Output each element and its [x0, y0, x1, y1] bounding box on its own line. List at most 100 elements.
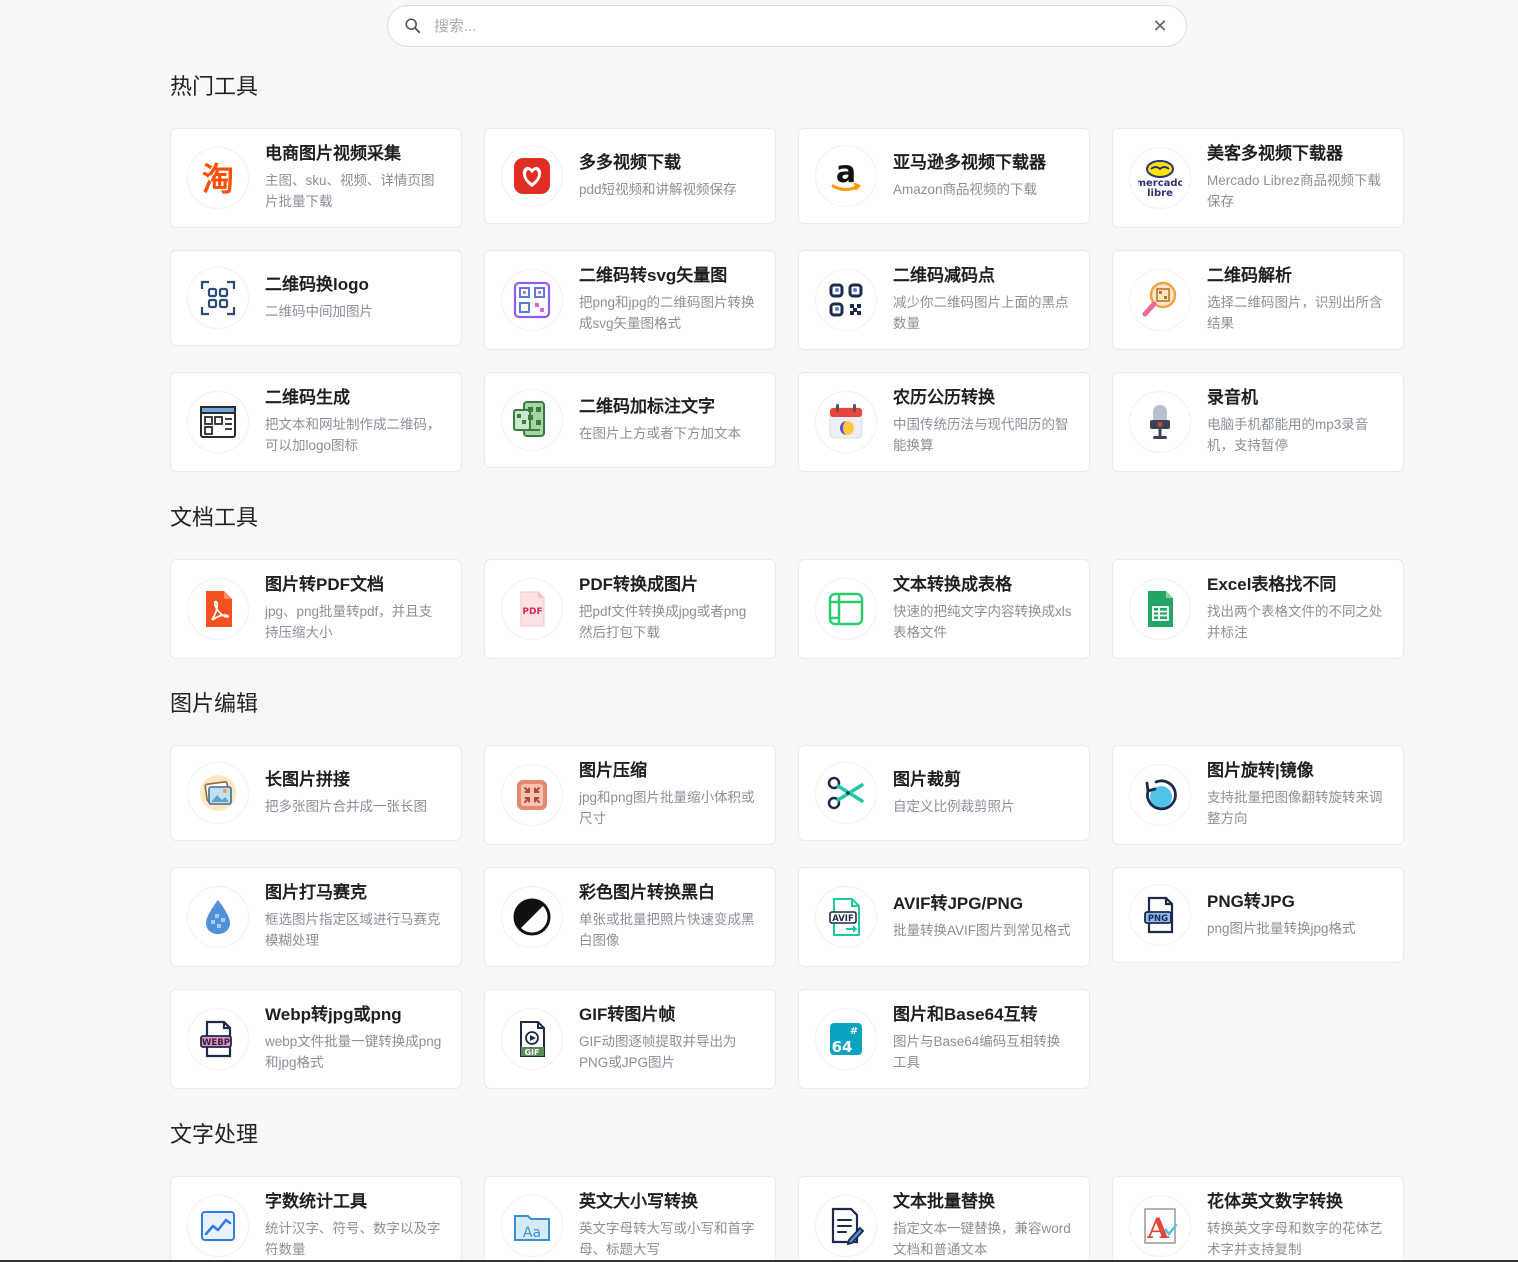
tool-card[interactable]: 文本批量替换 指定文本一键替换，兼容word文档和普通文本 — [798, 1176, 1090, 1262]
tool-desc: 支持批量把图像翻转旋转来调整方向 — [1207, 790, 1383, 826]
tool-title: PDF转换成图片 — [579, 575, 698, 594]
rotate-icon — [1145, 779, 1177, 811]
section-title: 热门工具 — [170, 74, 259, 99]
tool-card[interactable]: PDF PDF转换成图片把pdf文件转换成jpg或者png然后打包下载 — [484, 559, 776, 659]
tool-card[interactable]: 字数统计工具 统计汉字、符号、数字以及字符数量 — [170, 1176, 462, 1262]
svg-text:AVIF: AVIF — [832, 914, 854, 924]
gif-icon: GIF — [520, 1021, 545, 1057]
svg-text:a: a — [836, 155, 856, 190]
tool-desc: 把多张图片合并成一张长图 — [265, 798, 427, 814]
tool-card[interactable]: Aa 英文大小写转换 英文字母转大写或小写和首字母、标题大写 — [484, 1176, 776, 1262]
section-text-processing: 文字处理 字数统计工具 统计汉字、符号、数字以及字符数量 Aa 英文大小写转换 英文… — [170, 1120, 1410, 1262]
image-stitch-icon — [200, 775, 236, 811]
tool-card[interactable]: GIF GIF转图片帧 GIF动图逐帧提取并导出为PNG或JPG图片 — [484, 989, 776, 1089]
tool-desc: 把pdf文件转换成jpg或者png然后打包下载 — [579, 604, 747, 640]
tool-desc: 批量转换AVIF图片到常见格式 — [893, 922, 1071, 938]
svg-text:GIF: GIF — [524, 1048, 539, 1057]
tool-card[interactable]: 图片转PDF文档 jpg、png批量转pdf，并且支持压缩大小 — [170, 559, 462, 659]
tool-desc: png图片批量转换jpg格式 — [1207, 920, 1356, 936]
qr-dots-icon — [829, 283, 863, 317]
tool-card[interactable]: 图片压缩 jpg和png图片批量缩小体积或尺寸 — [484, 745, 776, 845]
chart-line-icon — [201, 1211, 235, 1241]
page: ✕ 热门工具 淘 电商图片视频采集主图、sku、视频、详情页图片批量下载 多多视… — [0, 0, 1518, 1262]
section-image-editing: 图片编辑 长图片拼接 把多张图片合并成一张长图 图片压缩 jpg和png图片批量缩小… — [170, 689, 1410, 1089]
tool-card[interactable]: 长图片拼接 把多张图片合并成一张长图 — [170, 745, 462, 841]
webp-icon: WEBP — [200, 1020, 232, 1058]
tool-desc: Amazon商品视频的下载 — [893, 181, 1038, 197]
tool-card[interactable]: 二维码解析选择二维码图片，识别出所含结果 — [1112, 250, 1404, 350]
tool-card[interactable]: 图片打马赛克 框选图片指定区域进行马赛克模糊处理 — [170, 867, 462, 967]
tool-card[interactable]: 彩色图片转换黑白 单张或批量把照片快速变成黑白图像 — [484, 867, 776, 967]
tool-desc: 在图片上方或者下方加文本 — [579, 425, 741, 441]
tool-card[interactable]: WEBP Webp转jpg或png webp文件批量一键转换成png和jpg格式 — [170, 989, 462, 1089]
calendar-icon — [829, 404, 863, 439]
qr-label-icon — [513, 401, 545, 437]
tool-card[interactable]: 二维码换logo 二维码中间加图片 — [170, 250, 462, 346]
section-title: 文字处理 — [170, 1122, 259, 1147]
tool-card[interactable]: 二维码转svg矢量图把png和jpg的二维码图片转换成svg矢量图格式 — [484, 250, 776, 350]
tool-title: Excel表格找不同 — [1207, 575, 1337, 594]
tool-card[interactable]: 农历公历转换 中国传统历法与现代阳历的智能换算 — [798, 372, 1090, 472]
taobao-icon: 淘 — [202, 160, 234, 198]
pinduoduo-icon — [514, 158, 550, 194]
svg-text:#: # — [850, 1026, 858, 1037]
tool-title: 电商图片视频采集 — [265, 144, 401, 163]
tool-card[interactable]: mercado libre 美客多视频下载器 Mercado Librez商品视频下… — [1112, 128, 1404, 228]
tool-desc: 把文本和网址制作成二维码，可以加logo图标 — [265, 417, 441, 453]
tool-title: 二维码减码点 — [893, 266, 995, 285]
microphone-icon — [1150, 405, 1170, 439]
tool-card[interactable]: 文本转换成表格 快速的把纯文字内容转换成xls表格文件 — [798, 559, 1090, 659]
qr-svg-icon — [513, 281, 551, 319]
tool-grid: 淘 电商图片视频采集主图、sku、视频、详情页图片批量下载 多多视频下载 pdd短… — [170, 128, 1410, 472]
tool-desc: 中国传统历法与现代阳历的智能换算 — [893, 417, 1069, 453]
tool-title: 录音机 — [1207, 388, 1258, 407]
tool-card[interactable]: Excel表格找不同 找出两个表格文件的不同之处并标注 — [1112, 559, 1404, 659]
tool-card[interactable]: #64 图片和Base64互转 图片与Base64编码互相转换工具 — [798, 989, 1090, 1089]
tool-title: 亚马逊多视频下载器 — [893, 152, 1046, 172]
tool-desc: 图片与Base64编码互相转换工具 — [893, 1034, 1061, 1070]
tool-desc: jpg和png图片批量缩小体积或尺寸 — [579, 790, 755, 826]
drop-icon — [206, 900, 230, 934]
mercado-libre-icon: mercadolibre — [1138, 160, 1182, 199]
tool-desc: pdd短视频和讲解视频保存 — [579, 181, 737, 197]
tool-desc: 选择二维码图片，识别出所含结果 — [1207, 295, 1383, 331]
tool-card[interactable]: PNG PNG转JPG png图片批量转换jpg格式 — [1112, 867, 1404, 963]
tool-title: 二维码转svg矢量图 — [579, 266, 728, 285]
tool-title: 美客多视频下载器 — [1207, 144, 1343, 163]
tool-desc: jpg、png批量转pdf，并且支持压缩大小 — [265, 604, 433, 640]
pdf-file-icon: PDF — [520, 591, 545, 627]
tool-card[interactable]: 淘 电商图片视频采集主图、sku、视频、详情页图片批量下载 — [170, 128, 462, 228]
sheet-icon — [1148, 591, 1173, 627]
tool-grid: 长图片拼接 把多张图片合并成一张长图 图片压缩 jpg和png图片批量缩小体积或尺寸… — [170, 745, 1410, 1089]
close-icon[interactable]: ✕ — [1150, 16, 1170, 36]
amazon-icon: a — [831, 155, 862, 191]
tool-card[interactable]: 图片旋转|镜像支持批量把图像翻转旋转来调整方向 — [1112, 745, 1404, 845]
table-icon — [828, 592, 864, 626]
tool-title: 图片裁剪 — [893, 769, 961, 789]
tool-card[interactable]: 二维码生成把文本和网址制作成二维码，可以加logo图标 — [170, 372, 462, 472]
tool-desc: 指定文本一键替换，兼容word文档和普通文本 — [893, 1221, 1071, 1257]
search-input[interactable] — [434, 17, 1150, 35]
tool-title: 二维码生成 — [265, 388, 350, 407]
tool-card[interactable]: 图片裁剪 自定义比例裁剪照片 — [798, 745, 1090, 841]
tool-title: 英文大小写转换 — [579, 1192, 698, 1211]
tool-desc: 主图、sku、视频、详情页图片批量下载 — [265, 173, 435, 209]
tool-grid: 图片转PDF文档 jpg、png批量转pdf，并且支持压缩大小 PDF PDF转换… — [170, 559, 1410, 659]
svg-text:A: A — [1146, 1212, 1170, 1245]
tool-card[interactable]: AVIF AVIF转JPG/PNG 批量转换AVIF图片到常见格式 — [798, 867, 1090, 967]
tool-card[interactable]: 录音机 电脑手机都能用的mp3录音机，支持暂停 — [1112, 372, 1404, 472]
section-document-tools: 文档工具 图片转PDF文档 jpg、png批量转pdf，并且支持压缩大小 PDF … — [170, 503, 1410, 659]
tool-card[interactable]: 二维码减码点 减少你二维码图片上面的黑点数量 — [798, 250, 1090, 350]
tool-title: 二维码解析 — [1207, 266, 1292, 285]
tool-card[interactable]: A 花体英文数字转换 转换英文字母和数字的花体艺术字并支持复制 — [1112, 1176, 1404, 1262]
tool-card[interactable]: 多多视频下载 pdd短视频和讲解视频保存 — [484, 128, 776, 224]
tool-card[interactable]: a 亚马逊多视频下载器 Amazon商品视频的下载 — [798, 128, 1090, 224]
tool-title: Webp转jpg或png — [265, 1005, 402, 1024]
svg-text:PNG: PNG — [1148, 914, 1168, 924]
search-bar[interactable]: ✕ — [387, 5, 1187, 47]
tool-card[interactable]: 二维码加标注文字 在图片上方或者下方加文本 — [484, 372, 776, 468]
fancy-a-icon: A — [1144, 1208, 1178, 1245]
tool-title: 图片打马赛克 — [265, 883, 367, 902]
tool-title: 图片旋转|镜像 — [1207, 761, 1314, 780]
tool-desc: 把png和jpg的二维码图片转换成svg矢量图格式 — [579, 295, 755, 331]
